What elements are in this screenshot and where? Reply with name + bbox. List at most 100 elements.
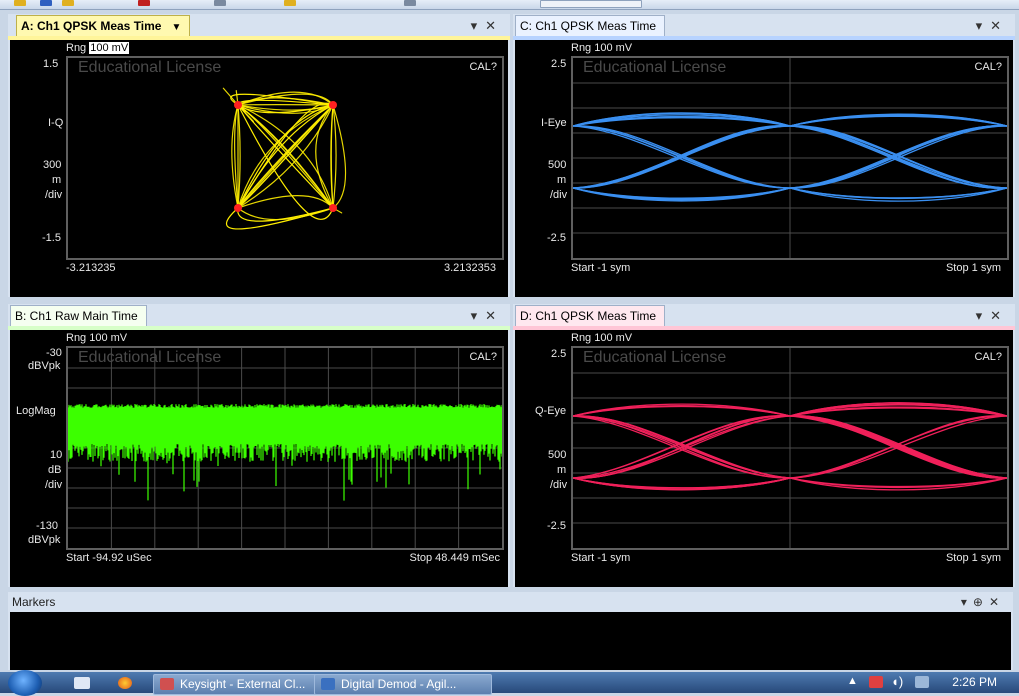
y-scale-div: /div: [550, 189, 567, 201]
logmag-trace: [68, 348, 502, 548]
y-scale-value: 300: [43, 159, 61, 171]
toolbar-button[interactable]: [138, 0, 150, 6]
flag-icon[interactable]: [869, 676, 883, 688]
markers-title: Markers: [12, 595, 55, 609]
x-axis-start: Start -1 sym: [571, 552, 630, 564]
range-readout: Rng 100 mV: [571, 42, 632, 54]
y-scale-unit: m: [557, 464, 566, 476]
iq-trajectory: [238, 208, 333, 220]
tab-d-label: D: Ch1 QPSK Meas Time: [520, 309, 656, 323]
window-b-titlebar: B: Ch1 Raw Main Time ▾✕: [8, 304, 510, 330]
tab-window-c[interactable]: C: Ch1 QPSK Meas Time: [515, 15, 665, 37]
i-eye-diagram-plot[interactable]: Educational License CAL?: [571, 56, 1009, 260]
tab-window-a[interactable]: A: Ch1 QPSK Meas Time ▼: [16, 15, 190, 37]
dropdown-icon[interactable]: ▾: [976, 308, 991, 323]
y-scale-unit: m: [557, 174, 566, 186]
y-axis-format: Q-Eye: [535, 405, 566, 417]
eye-trace: [573, 126, 790, 188]
window-a-titlebar: A: Ch1 QPSK Meas Time ▼ ▾✕: [8, 14, 510, 40]
y-scale-unit: dB: [48, 464, 61, 476]
y-scale-value: 500: [548, 449, 566, 461]
iq-constellation-plot[interactable]: Educational License CAL?: [66, 56, 504, 260]
volume-icon[interactable]: ◖): [891, 674, 903, 689]
toolbar: [0, 0, 1019, 10]
trace-pane-b: Rng 100 mV -30 dBVpk LogMag 10 dB /div -…: [8, 330, 510, 587]
dropdown-icon[interactable]: ▾: [471, 18, 486, 33]
tab-c-label: C: Ch1 QPSK Meas Time: [520, 19, 656, 33]
eye-trace: [573, 406, 790, 416]
y-axis-format: I-Eye: [541, 117, 567, 129]
tab-window-b[interactable]: B: Ch1 Raw Main Time: [10, 305, 147, 327]
x-axis-start: Start -94.92 uSec: [66, 552, 152, 564]
raw-time-plot[interactable]: Educational License CAL?: [66, 346, 504, 550]
taskbar-item-keysight[interactable]: Keysight - External Cl...: [153, 674, 333, 695]
app-icon: [160, 678, 174, 690]
eye-trace: [573, 188, 790, 198]
eye-trace: [790, 188, 1007, 198]
tray-up-icon[interactable]: ▲: [847, 675, 858, 687]
range-value-input[interactable]: 100 mV: [89, 42, 129, 54]
taskbar-item-label: Digital Demod - Agil...: [341, 677, 456, 691]
y-axis-format: LogMag: [16, 405, 56, 417]
y-scale-div: /div: [550, 479, 567, 491]
eye-trace: [573, 416, 790, 478]
markers-controls: ▾⊕✕: [961, 595, 1005, 609]
close-icon[interactable]: ✕: [990, 308, 1009, 323]
dropdown-icon[interactable]: ▾: [976, 18, 991, 33]
toolbar-button[interactable]: [214, 0, 226, 6]
window-b-controls: ▾✕: [471, 308, 504, 324]
window-d-controls: ▾✕: [976, 308, 1009, 324]
trace-pane-c: Rng 100 mV 2.5 I-Eye 500 m /div -2.5 Edu…: [513, 40, 1015, 297]
dropdown-icon[interactable]: ▾: [471, 308, 486, 323]
chevron-down-icon[interactable]: ▼: [171, 22, 181, 33]
toolbar-button[interactable]: [40, 0, 52, 6]
eye-trace: [573, 478, 790, 488]
clock[interactable]: 2:26 PM: [952, 675, 997, 689]
taskbar: Keysight - External Cl... Digital Demod …: [0, 672, 1019, 693]
x-axis-stop: 3.2132353: [444, 262, 496, 274]
markers-table-area[interactable]: [10, 612, 1011, 670]
close-icon[interactable]: ✕: [485, 308, 504, 323]
eye-trace: [573, 406, 790, 416]
eye-trace: [790, 188, 1007, 201]
network-icon[interactable]: [915, 676, 929, 688]
firefox-icon[interactable]: [118, 677, 132, 689]
x-axis-stop: Stop 1 sym: [946, 262, 1001, 274]
toolbar-button[interactable]: [284, 0, 296, 6]
close-icon[interactable]: ✕: [485, 18, 504, 33]
tab-b-label: B: Ch1 Raw Main Time: [15, 309, 138, 323]
window-d: D: Ch1 QPSK Meas Time ▾✕ Rng 100 mV 2.5 …: [513, 304, 1015, 587]
y-scale-div: /div: [45, 189, 62, 201]
eye-trace: [573, 478, 790, 488]
eye-trace: [790, 416, 1007, 478]
toolbar-button[interactable]: [14, 0, 26, 6]
windows-start-icon[interactable]: [8, 670, 42, 696]
toolbar-dropdown[interactable]: [540, 0, 642, 8]
window-c-controls: ▾✕: [976, 18, 1009, 34]
y-axis-bottom: -2.5: [547, 520, 566, 532]
x-axis-stop: Stop 1 sym: [946, 552, 1001, 564]
y-axis-top: -30: [46, 347, 62, 359]
toolbar-button[interactable]: [404, 0, 416, 6]
y-axis-bottom: -2.5: [547, 232, 566, 244]
range-readout: Rng 100 mV: [571, 332, 632, 344]
toolbar-button[interactable]: [62, 0, 74, 6]
close-icon[interactable]: ✕: [989, 595, 1005, 609]
symbol-point: [234, 101, 242, 109]
tab-a-label: A: Ch1 QPSK Meas Time: [21, 19, 161, 33]
window-b: B: Ch1 Raw Main Time ▾✕ Rng 100 mV -30 d…: [8, 304, 510, 587]
taskbar-item-digital-demod[interactable]: Digital Demod - Agil...: [314, 674, 492, 695]
close-icon[interactable]: ✕: [990, 18, 1009, 33]
window-a: A: Ch1 QPSK Meas Time▼ ▾✕ Rng 100 mV 1.5…: [8, 14, 510, 297]
y-axis-top: 2.5: [551, 58, 566, 70]
y-axis-top: 1.5: [43, 58, 58, 70]
keyboard-icon[interactable]: [74, 677, 90, 689]
tab-window-d[interactable]: D: Ch1 QPSK Meas Time: [515, 305, 665, 327]
y-axis-bottom-unit: dBVpk: [28, 534, 60, 546]
q-eye-diagram-plot[interactable]: Educational License CAL?: [571, 346, 1009, 550]
dropdown-icon[interactable]: ▾: [961, 595, 973, 609]
taskbar-item-label: Keysight - External Cl...: [180, 677, 305, 691]
markers-panel: Markers ▾⊕✕: [8, 592, 1013, 670]
pin-icon[interactable]: ⊕: [973, 595, 989, 609]
symbol-point: [329, 204, 337, 212]
